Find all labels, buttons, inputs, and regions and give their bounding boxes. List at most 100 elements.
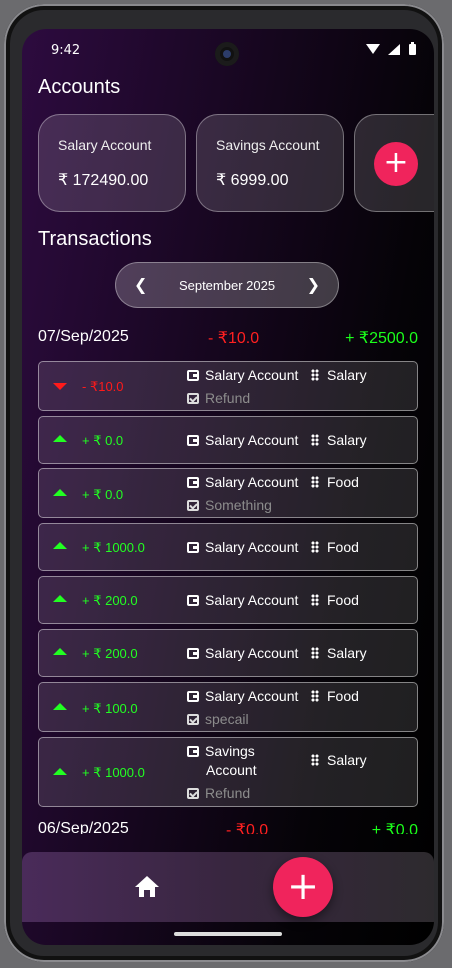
arrow-up-icon xyxy=(53,435,67,442)
day-date: 07/Sep/2025 xyxy=(38,328,129,345)
note-icon xyxy=(187,500,199,511)
account-card-salary[interactable]: Salary Account ₹ 172490.00 xyxy=(38,114,186,212)
arrow-up-icon xyxy=(53,542,67,549)
day-summary: 06/Sep/2025 - ₹0.0 + ₹0.0 xyxy=(38,820,418,834)
wallet-icon xyxy=(187,595,199,606)
day-expense: - ₹0.0 xyxy=(226,822,269,834)
plus-icon: + xyxy=(287,864,319,908)
arrow-up-icon xyxy=(53,703,67,710)
category-icon xyxy=(311,754,319,766)
transaction-category: Food xyxy=(311,688,359,704)
category-icon xyxy=(311,541,319,553)
wallet-icon xyxy=(187,648,199,659)
wallet-icon xyxy=(187,477,199,488)
transaction-item[interactable]: + ₹ 200.0 Salary Account Food xyxy=(38,576,418,624)
transaction-category: Food xyxy=(311,474,359,490)
transaction-item[interactable]: + ₹ 0.0 Salary Account Food Something xyxy=(38,468,418,518)
day-summary: 07/Sep/2025 - ₹10.0 + ₹2500.0 xyxy=(38,328,418,350)
transaction-item[interactable]: + ₹ 200.0 Salary Account Salary xyxy=(38,629,418,677)
arrow-up-icon xyxy=(53,489,67,496)
transaction-amount: + ₹ 200.0 xyxy=(82,646,138,661)
month-label: September 2025 xyxy=(178,278,276,293)
note-icon xyxy=(187,714,199,725)
transaction-account: Savings xyxy=(187,743,255,759)
account-name: Salary Account xyxy=(58,137,152,153)
account-balance: ₹ 6999.00 xyxy=(216,172,289,189)
transaction-note: Refund xyxy=(187,390,250,406)
wallet-icon xyxy=(187,542,199,553)
status-time: 9:42 xyxy=(51,43,81,58)
transaction-account: Salary Account xyxy=(187,688,298,704)
transaction-account: Salary Account xyxy=(187,432,298,448)
phone-frame: 9:42 Accounts Salary Account ₹ 172490.00… xyxy=(4,4,444,962)
camera-cutout xyxy=(215,42,239,66)
add-account-button[interactable]: + xyxy=(374,142,418,186)
home-icon[interactable] xyxy=(135,876,159,898)
transaction-item[interactable]: + ₹ 100.0 Salary Account Food specail xyxy=(38,682,418,732)
transaction-amount: + ₹ 0.0 xyxy=(82,433,124,448)
status-bar: 9:42 xyxy=(22,29,434,73)
arrow-down-icon xyxy=(53,383,67,390)
wallet-icon xyxy=(187,370,199,381)
transaction-item[interactable]: + ₹ 1000.0 Salary Account Food xyxy=(38,523,418,571)
transaction-item[interactable]: + ₹ 0.0 Salary Account Salary xyxy=(38,416,418,464)
transaction-item[interactable]: - ₹10.0 Salary Account Salary Refund xyxy=(38,361,418,411)
bottom-navigation xyxy=(22,852,434,922)
day-income: + ₹0.0 xyxy=(371,822,418,834)
account-name: Savings Account xyxy=(216,137,320,153)
transaction-account: Salary Account xyxy=(187,592,298,608)
transactions-title: Transactions xyxy=(38,228,152,250)
arrow-up-icon xyxy=(53,595,67,602)
wallet-icon xyxy=(187,691,199,702)
transaction-note: Refund xyxy=(187,785,250,801)
transaction-note: Something xyxy=(187,497,272,513)
transaction-account: Salary Account xyxy=(187,645,298,661)
transaction-amount: + ₹ 100.0 xyxy=(82,701,138,716)
add-account-card[interactable]: + xyxy=(354,114,434,212)
note-icon xyxy=(187,393,199,404)
category-icon xyxy=(311,647,319,659)
wifi-icon xyxy=(366,44,380,54)
wallet-icon xyxy=(187,435,199,446)
arrow-up-icon xyxy=(53,768,67,775)
transaction-amount: + ₹ 1000.0 xyxy=(82,765,145,780)
arrow-up-icon xyxy=(53,648,67,655)
plus-icon: + xyxy=(383,145,409,180)
category-icon xyxy=(311,369,319,381)
app-screen: 9:42 Accounts Salary Account ₹ 172490.00… xyxy=(22,29,434,945)
transaction-category: Food xyxy=(311,539,359,555)
day-date: 06/Sep/2025 xyxy=(38,820,129,834)
gesture-bar[interactable] xyxy=(174,932,282,936)
account-balance: ₹ 172490.00 xyxy=(58,172,149,189)
transaction-note: specail xyxy=(187,711,249,727)
transaction-account-line2: Account xyxy=(206,762,257,778)
wallet-icon xyxy=(187,746,199,757)
transaction-account: Salary Account xyxy=(187,474,298,490)
transaction-amount: + ₹ 1000.0 xyxy=(82,540,145,555)
transaction-category: Salary xyxy=(311,432,367,448)
day-expense: - ₹10.0 xyxy=(208,330,260,347)
transaction-amount: + ₹ 0.0 xyxy=(82,487,124,502)
transaction-amount: - ₹10.0 xyxy=(82,379,124,394)
transaction-category: Food xyxy=(311,592,359,608)
month-selector: ❮ September 2025 ❯ xyxy=(115,262,339,308)
transaction-account: Salary Account xyxy=(187,367,298,383)
transaction-category: Salary xyxy=(311,752,367,768)
transaction-category: Salary xyxy=(311,645,367,661)
battery-icon xyxy=(409,42,416,55)
accounts-title: Accounts xyxy=(38,76,121,98)
category-icon xyxy=(311,476,319,488)
transaction-amount: + ₹ 200.0 xyxy=(82,593,138,608)
category-icon xyxy=(311,690,319,702)
chevron-right-icon[interactable]: ❯ xyxy=(307,275,320,294)
day-income: + ₹2500.0 xyxy=(345,330,418,347)
category-icon xyxy=(311,594,319,606)
transaction-category: Salary xyxy=(311,367,367,383)
add-transaction-button[interactable]: + xyxy=(273,857,333,917)
category-icon xyxy=(311,434,319,446)
transaction-item[interactable]: + ₹ 1000.0 Savings Account Salary Refund xyxy=(38,737,418,807)
account-card-savings[interactable]: Savings Account ₹ 6999.00 xyxy=(196,114,344,212)
note-icon xyxy=(187,788,199,799)
signal-icon xyxy=(388,44,400,55)
transaction-account: Salary Account xyxy=(187,539,298,555)
